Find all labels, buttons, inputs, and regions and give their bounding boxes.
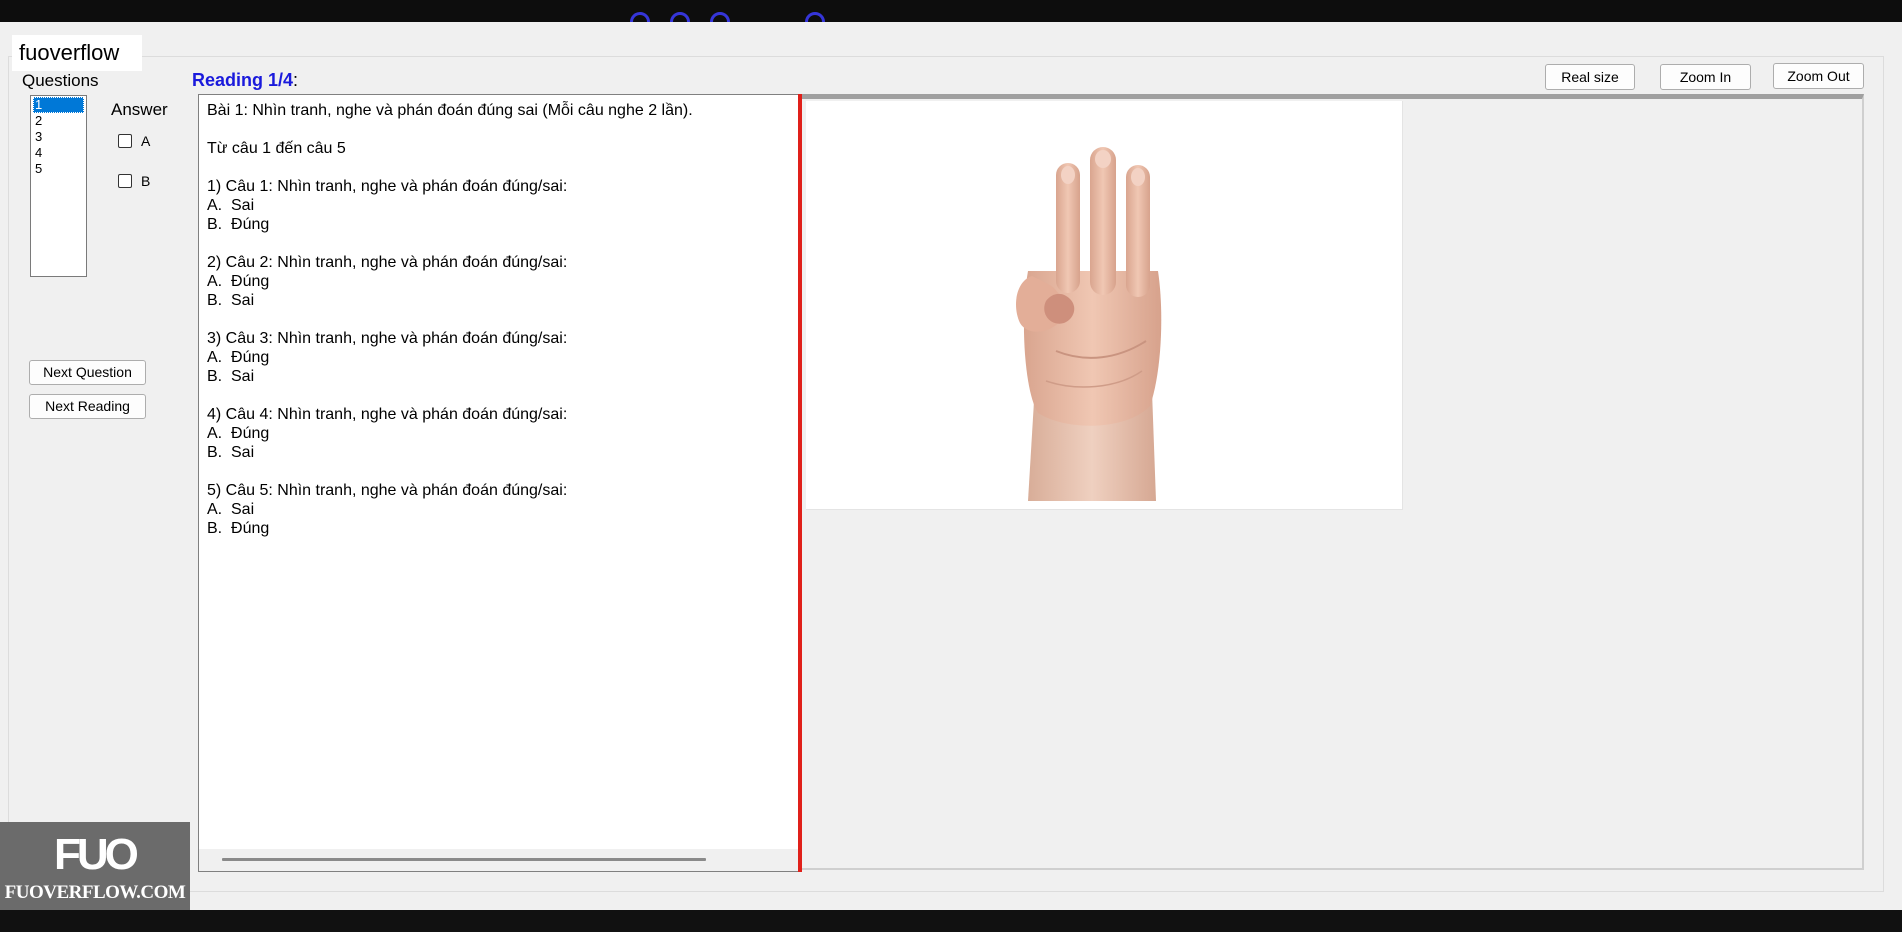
zoom-in-button[interactable]: Zoom In bbox=[1660, 64, 1751, 90]
questions-list[interactable]: 1 2 3 4 5 bbox=[30, 95, 87, 277]
question-item-4[interactable]: 4 bbox=[33, 145, 84, 161]
watermark-label: fuoverflow bbox=[12, 35, 142, 71]
logo-text: FUOVERFLOW.COM bbox=[4, 882, 186, 903]
bottom-bar bbox=[0, 910, 1902, 932]
question-item-2[interactable]: 2 bbox=[33, 113, 84, 129]
logo-mark: FUO bbox=[54, 830, 139, 879]
question-item-5[interactable]: 5 bbox=[33, 161, 84, 177]
real-size-button[interactable]: Real size bbox=[1545, 64, 1635, 90]
top-decoration bbox=[630, 8, 840, 22]
question-item-3[interactable]: 3 bbox=[33, 129, 84, 145]
answer-label: Answer bbox=[111, 100, 168, 119]
answer-option-a-label: A bbox=[141, 133, 151, 149]
next-question-button[interactable]: Next Question bbox=[29, 360, 146, 385]
reading-text-panel[interactable]: Bài 1: Nhìn tranh, nghe và phán đoán đún… bbox=[198, 94, 798, 872]
reading-title-colon: : bbox=[293, 70, 299, 90]
answer-option-b-label: B bbox=[141, 173, 151, 189]
answer-option-b[interactable]: B bbox=[118, 173, 150, 189]
checkbox-a[interactable] bbox=[118, 134, 132, 148]
zoom-out-button[interactable]: Zoom Out bbox=[1773, 63, 1864, 89]
reading-title-text: Reading 1/4 bbox=[192, 70, 294, 90]
question-item-1[interactable]: 1 bbox=[33, 97, 84, 113]
next-reading-button[interactable]: Next Reading bbox=[29, 394, 146, 419]
answer-option-a[interactable]: A bbox=[118, 133, 150, 149]
image-viewer-panel bbox=[802, 94, 1864, 870]
scrollbar-thumb[interactable] bbox=[222, 858, 706, 861]
fuoverflow-logo: FUO FUOVERFLOW.COM bbox=[0, 822, 190, 910]
reading-title: Reading 1/4: bbox=[192, 70, 298, 91]
hand-three-fingers-icon bbox=[1016, 147, 1162, 501]
reading-text: Bài 1: Nhìn tranh, nghe và phán đoán đún… bbox=[207, 102, 693, 537]
question-image bbox=[806, 101, 1403, 510]
top-bar bbox=[0, 0, 1902, 22]
checkbox-b[interactable] bbox=[118, 174, 132, 188]
questions-label: Questions bbox=[22, 71, 99, 90]
horizontal-scrollbar[interactable] bbox=[199, 849, 798, 871]
